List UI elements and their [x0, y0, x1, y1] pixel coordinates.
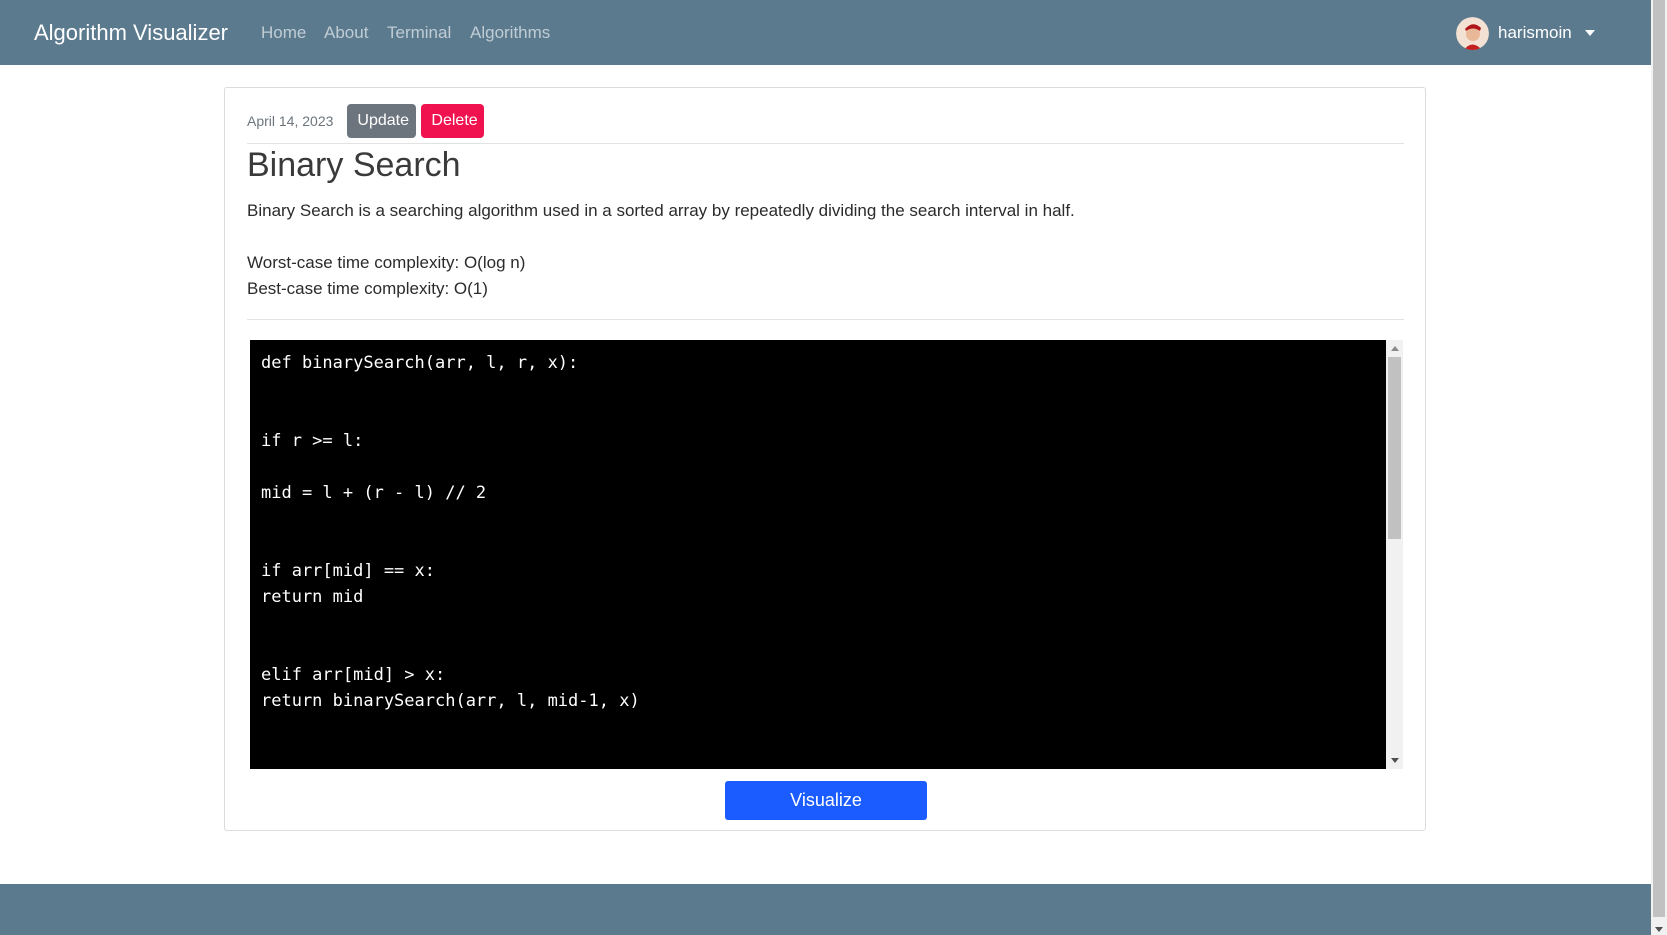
code-line: elif arr[mid] > x:: [261, 665, 446, 685]
algorithm-card: April 14, 2023 Update Delete Binary Sear…: [224, 87, 1426, 831]
code-content: def binarySearch(arr, l, r, x): if r >= …: [261, 350, 1376, 714]
update-button[interactable]: Update: [347, 104, 417, 138]
divider: [247, 143, 1404, 144]
visualize-button[interactable]: Visualize: [725, 781, 927, 820]
nav-link-about[interactable]: About: [324, 23, 368, 43]
best-case-complexity: Best-case time complexity: O(1): [247, 279, 488, 298]
divider: [247, 319, 1404, 320]
page-scrollbar-thumb[interactable]: [1653, 0, 1665, 917]
scrollbar-thumb[interactable]: [1388, 357, 1401, 539]
code-line: return binarySearch(arr, l, mid-1, x): [261, 691, 640, 711]
code-line: if r >= l:: [261, 431, 364, 451]
user-menu-dropdown[interactable]: harismoin: [1456, 16, 1595, 50]
scroll-down-arrow-icon[interactable]: [1391, 758, 1399, 763]
nav-link-terminal[interactable]: Terminal: [387, 23, 451, 43]
page-scrollbar[interactable]: [1651, 0, 1667, 935]
chevron-down-icon: [1584, 30, 1595, 36]
scroll-down-arrow-icon[interactable]: [1655, 927, 1663, 932]
page-title: Binary Search: [247, 146, 461, 184]
brand-logo-text[interactable]: Algorithm Visualizer: [34, 20, 228, 46]
footer: [0, 884, 1651, 935]
avatar: [1456, 16, 1489, 50]
code-line: if arr[mid] == x:: [261, 561, 435, 581]
delete-button[interactable]: Delete: [421, 104, 485, 138]
code-scrollbar[interactable]: [1386, 340, 1403, 769]
post-date: April 14, 2023: [247, 113, 334, 129]
username: harismoin: [1498, 23, 1572, 42]
post-meta: April 14, 2023 Update Delete: [247, 104, 485, 138]
worst-case-complexity: Worst-case time complexity: O(log n): [247, 253, 526, 272]
code-line: mid = l + (r - l) // 2: [261, 483, 487, 503]
top-navbar: Algorithm Visualizer Home About Terminal…: [0, 0, 1651, 65]
algorithm-description: Binary Search is a searching algorithm u…: [247, 201, 1075, 220]
scroll-up-arrow-icon[interactable]: [1391, 346, 1399, 351]
code-line: def binarySearch(arr, l, r, x):: [261, 353, 579, 373]
nav-link-algorithms[interactable]: Algorithms: [470, 23, 550, 43]
code-viewer[interactable]: def binarySearch(arr, l, r, x): if r >= …: [250, 340, 1403, 769]
nav-link-home[interactable]: Home: [261, 23, 306, 43]
code-line: return mid: [261, 587, 364, 607]
